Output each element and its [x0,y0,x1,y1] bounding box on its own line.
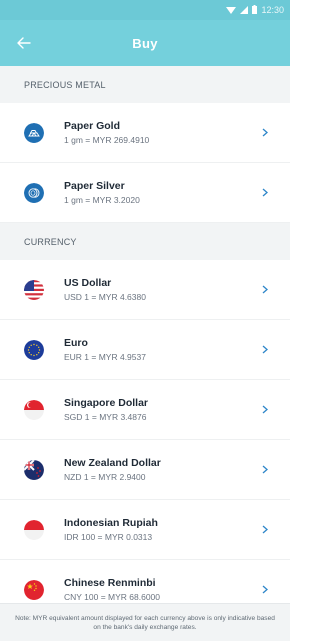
eu-flag-icon [24,339,44,360]
chevron-right-icon [260,285,270,295]
item-rate: EUR 1 = MYR 4.9537 [64,351,146,362]
item-name: Indonesian Rupiah [64,516,158,529]
chevron-right-icon [260,405,270,415]
list-item-euro[interactable]: Euro EUR 1 = MYR 4.9537 [0,320,290,380]
list-item-paper-silver[interactable]: Paper Silver 1 gm = MYR 3.2020 [0,163,290,223]
item-name: Singapore Dollar [64,396,149,409]
item-name: Chinese Renminbi [64,576,156,589]
wifi-icon [226,1,237,19]
list-item-chinese-renminbi[interactable]: Chinese Renminbi CNY 100 = MYR 68.6000 [0,560,290,603]
silver-coins-icon [24,182,44,203]
item-name: Paper Silver [64,179,125,192]
item-name: US Dollar [64,276,112,289]
chevron-right-icon [260,188,270,198]
list-item-singapore-dollar[interactable]: Singapore Dollar SGD 1 = MYR 3.4876 [0,380,290,440]
item-name: Paper Gold [64,119,121,132]
item-rate: SGD 1 = MYR 3.4876 [64,411,147,422]
item-rate: 1 gm = MYR 3.2020 [64,194,140,205]
battery-icon [252,1,258,19]
item-rate: 1 gm = MYR 269.4910 [64,134,150,145]
item-name: Euro [64,336,88,349]
china-flag-icon [24,579,44,600]
disclaimer-text: Note: MYR equivalent amount displayed fo… [15,614,275,631]
signal-icon [240,1,249,19]
item-rate: USD 1 = MYR 4.6380 [64,291,146,302]
buy-list[interactable]: PRECIOUS METAL Paper Gold 1 gm = MYR 269… [0,66,290,603]
page-title: Buy [132,35,158,51]
chevron-right-icon [260,585,270,595]
chevron-right-icon [260,525,270,535]
list-item-new-zealand-dollar[interactable]: New Zealand Dollar NZD 1 = MYR 2.9400 [0,440,290,500]
chevron-right-icon [260,128,270,138]
item-rate: IDR 100 = MYR 0.0313 [64,531,153,542]
list-item-us-dollar[interactable]: US Dollar USD 1 = MYR 4.6380 [0,260,290,320]
disclaimer-footer: Note: MYR equivalent amount displayed fo… [0,603,290,641]
app-bar: Buy [0,20,290,66]
list-item-indonesian-rupiah[interactable]: Indonesian Rupiah IDR 100 = MYR 0.0313 [0,500,290,560]
item-rate: NZD 1 = MYR 2.9400 [64,471,146,482]
back-button[interactable] [12,31,36,55]
new-zealand-flag-icon [24,459,44,480]
chevron-right-icon [260,345,270,355]
item-rate: CNY 100 = MYR 68.6000 [64,591,160,602]
status-time: 12:30 [261,5,284,15]
list-item-paper-gold[interactable]: Paper Gold 1 gm = MYR 269.4910 [0,103,290,163]
chevron-right-icon [260,465,270,475]
back-arrow-icon [17,37,31,49]
section-header-precious-metal: PRECIOUS METAL [0,66,290,103]
singapore-flag-icon [24,399,44,420]
item-name: New Zealand Dollar [64,456,161,469]
gold-bars-icon [24,122,44,143]
us-flag-icon [24,279,44,300]
status-bar: 12:30 [0,0,290,20]
indonesia-flag-icon [24,519,44,540]
section-header-currency: CURRENCY [0,223,290,260]
